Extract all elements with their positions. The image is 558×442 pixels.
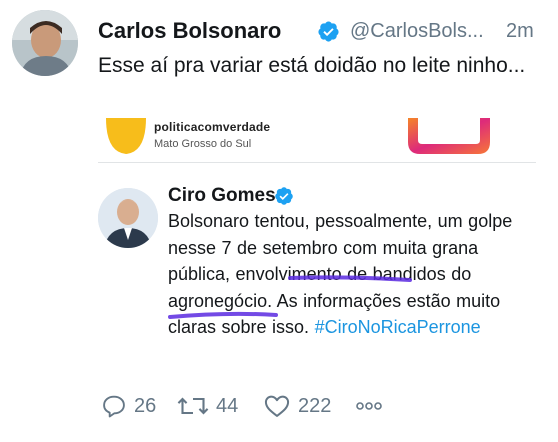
verified-icon xyxy=(275,187,293,205)
quoted-avatar-photo xyxy=(98,188,158,248)
like-count: 222 xyxy=(298,394,332,417)
more-button[interactable] xyxy=(354,390,384,422)
tweet-header: Carlos Bolsonaro @CarlosBols... 2m xyxy=(98,16,550,48)
embedded-account-name: politicacomverdade xyxy=(154,120,271,134)
retweet-icon xyxy=(177,397,209,415)
embedded-account-location: Mato Grosso do Sul xyxy=(154,138,252,150)
author-handle[interactable]: @CarlosBols... xyxy=(350,16,484,46)
like-icon xyxy=(264,395,290,417)
tweet-card[interactable]: Carlos Bolsonaro @CarlosBols... 2m Esse … xyxy=(0,0,558,442)
reply-icon xyxy=(103,395,125,418)
quoted-hashtag: #CiroNoRicaPerrone xyxy=(314,317,481,337)
reply-button[interactable]: 26 xyxy=(100,390,156,422)
tweet-timestamp[interactable]: 2m xyxy=(506,16,534,46)
more-icon xyxy=(356,402,382,410)
embedded-divider xyxy=(98,162,536,163)
reply-count: 26 xyxy=(134,394,157,417)
tweet-action-bar: 26 44 222 xyxy=(100,390,550,422)
quoted-author-name: Ciro Gomes xyxy=(168,185,276,206)
embedded-screenshot[interactable]: politicacomverdade Mato Grosso do Sul Ci… xyxy=(98,118,536,366)
retweet-button[interactable]: 44 xyxy=(176,390,238,422)
retweet-count: 44 xyxy=(216,394,239,417)
tweet-text: Esse aí pra variar está doidão no leite … xyxy=(98,54,526,77)
quoted-tweet-text: Bolsonaro tentou, pessoalmente, um golpe… xyxy=(168,208,528,341)
instagram-icon xyxy=(408,118,490,154)
account-logo-icon xyxy=(106,118,146,154)
quoted-author-avatar xyxy=(98,188,158,248)
author-avatar[interactable] xyxy=(12,10,78,76)
verified-icon xyxy=(318,21,339,42)
embedded-top-fragment: politicacomverdade Mato Grosso do Sul xyxy=(98,118,536,162)
author-name[interactable]: Carlos Bolsonaro xyxy=(98,16,281,46)
author-avatar-photo xyxy=(12,10,78,76)
like-button[interactable]: 222 xyxy=(262,390,331,422)
